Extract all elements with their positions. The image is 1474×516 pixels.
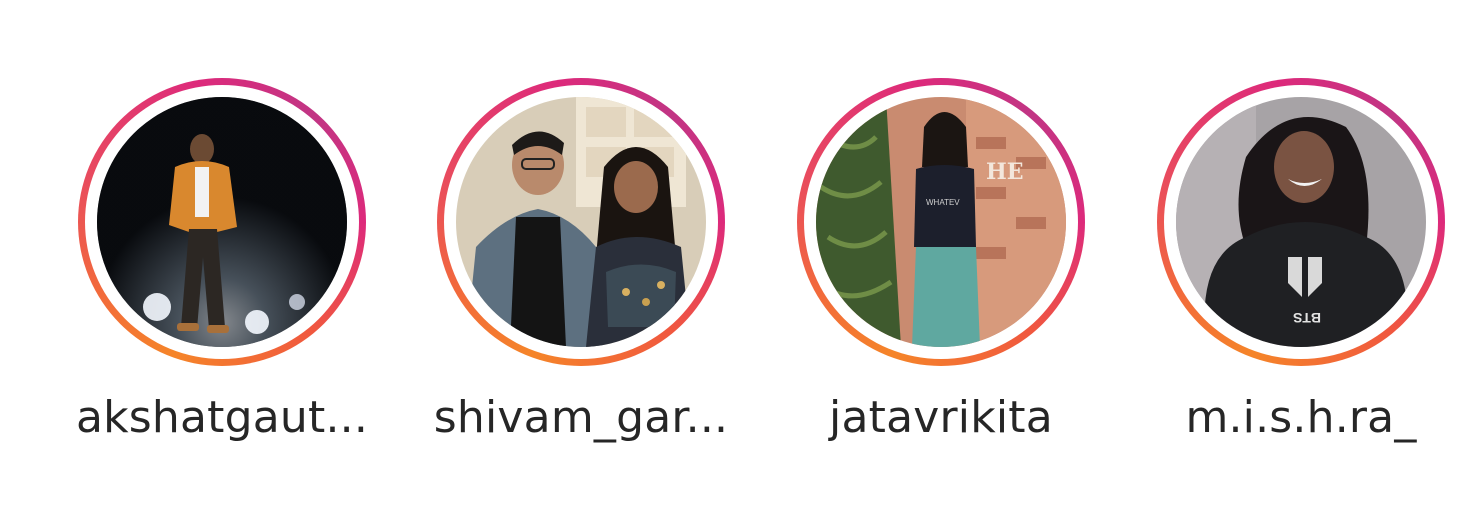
story-username[interactable]: m.i.s.h.ra_ <box>1131 390 1471 446</box>
story-ring: BTS <box>1157 78 1445 366</box>
avatar[interactable] <box>97 97 347 347</box>
profile-photo-icon <box>456 97 706 347</box>
avatar[interactable]: BTS <box>1176 97 1426 347</box>
story-username[interactable]: jatavrikita <box>771 390 1111 446</box>
story-username[interactable]: akshatgaut... <box>52 390 392 446</box>
profile-photo-icon: BTS <box>1176 97 1426 347</box>
story-item-m-i-s-h-ra[interactable]: BTS m.i.s.h.ra_ <box>1131 78 1471 458</box>
profile-photo-icon <box>97 97 347 347</box>
svg-text:BTS: BTS <box>1293 310 1321 326</box>
story-ring: HE WHATEV <box>797 78 1085 366</box>
story-item-jatavrikita[interactable]: HE WHATEV jatavrikita <box>771 78 1111 458</box>
profile-photo-icon: HE WHATEV <box>816 97 1066 347</box>
story-username[interactable]: shivam_gar... <box>411 390 751 446</box>
story-ring <box>78 78 366 366</box>
story-ring <box>437 78 725 366</box>
avatar[interactable] <box>456 97 706 347</box>
svg-text:HE: HE <box>986 159 1024 185</box>
svg-text:WHATEV: WHATEV <box>926 198 960 207</box>
avatar[interactable]: HE WHATEV <box>816 97 1066 347</box>
story-item-shivam-gar[interactable]: shivam_gar... <box>411 78 751 458</box>
stories-tray: akshatgaut... shivam_gar... HE WHATEV ja… <box>0 0 1474 516</box>
story-item-akshatgaut[interactable]: akshatgaut... <box>52 78 392 458</box>
